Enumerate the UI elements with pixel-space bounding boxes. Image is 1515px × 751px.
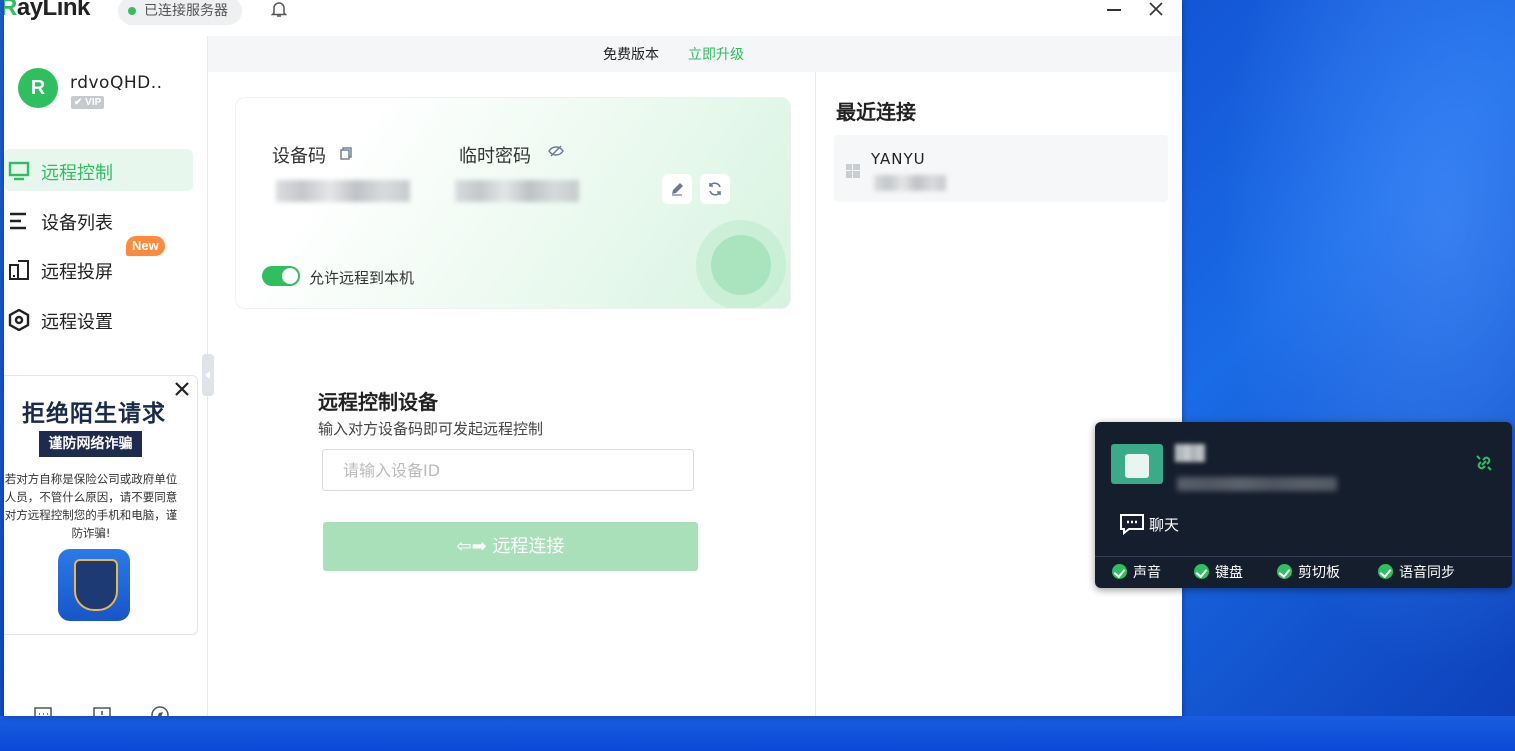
ad-tag: 谨防网络诈骗	[39, 431, 142, 457]
monitor-icon	[8, 160, 30, 182]
sidebar-item-device-list[interactable]: 设备列表	[4, 199, 193, 241]
server-status-text: 已连接服务器	[144, 3, 228, 19]
avatar[interactable]: R	[18, 68, 58, 108]
remote-connect-button[interactable]: ⇦➡ 远程连接	[323, 522, 698, 571]
ad-title: 拒绝陌生请求	[22, 401, 166, 427]
send-decoration-icon	[696, 220, 786, 308]
raylink-logo: RayLink	[4, 0, 90, 21]
status-dot-icon	[128, 7, 136, 15]
sidebar-collapse-handle[interactable]	[202, 354, 214, 396]
pencil-icon	[672, 183, 683, 196]
close-button[interactable]	[1142, 0, 1170, 22]
chat-bubble-icon	[1119, 512, 1145, 536]
recent-connections-title: 最近连接	[836, 100, 916, 124]
raylink-window: RayLink 已连接服务器 R rdvoQHD.. ✔ VIP 远程控制 设备…	[4, 0, 1182, 716]
session-user-name	[1175, 444, 1205, 462]
allow-remote-toggle[interactable]	[262, 266, 300, 286]
copy-icon[interactable]	[340, 145, 353, 164]
refresh-password-button[interactable]	[700, 174, 730, 204]
device-id-input[interactable]	[322, 449, 694, 491]
sidebar-item-label: 设备列表	[41, 213, 113, 234]
temp-password-label: 临时密码	[459, 146, 531, 167]
desktop-taskbar-area	[0, 716, 1515, 751]
eye-hidden-icon[interactable]	[548, 143, 564, 162]
compass-icon[interactable]	[149, 704, 171, 716]
remote-session-panel: 聊天 声音 键盘 剪切板 语音同步	[1095, 422, 1512, 588]
allow-remote-label: 允许远程到本机	[309, 269, 415, 287]
session-device-info	[1177, 477, 1337, 491]
sidebar-item-remote-settings[interactable]: 远程设置	[4, 298, 193, 340]
check-icon	[1194, 564, 1209, 579]
upgrade-bar: 免费版本 立即升级	[208, 36, 1182, 72]
feedback-icon[interactable]	[91, 704, 113, 716]
recent-device-id	[874, 175, 946, 191]
panel-divider	[815, 72, 816, 716]
check-icon	[1277, 564, 1292, 579]
settings-hexagon-icon	[8, 308, 30, 332]
sidebar-item-screen-cast[interactable]: 远程投屏	[4, 248, 193, 290]
device-info-card: 设备码 临时密码 允许远程到本机	[235, 97, 791, 309]
server-status-badge: 已连接服务器	[118, 0, 242, 25]
link-icon[interactable]	[1473, 452, 1495, 474]
edition-label: 免费版本	[603, 47, 659, 63]
device-code-label: 设备码	[272, 146, 326, 167]
police-shield-logo	[58, 549, 130, 621]
sidebar-item-remote-control[interactable]: 远程控制	[4, 149, 193, 191]
recent-device-name: YANYU	[871, 150, 926, 168]
temp-password-value	[455, 180, 579, 202]
desktop-wallpaper	[1180, 0, 1515, 751]
notification-bell-icon[interactable]	[270, 0, 288, 18]
vip-badge: ✔ VIP	[71, 96, 105, 109]
ad-close-icon[interactable]	[173, 380, 191, 398]
robot-avatar-icon	[1111, 444, 1163, 484]
sidebar-item-label: 远程投屏	[41, 262, 113, 283]
list-icon	[8, 210, 30, 232]
screen-cast-icon	[8, 259, 30, 281]
anti-fraud-banner[interactable]: 拒绝陌生请求 谨防网络诈骗 若对方自称是保险公司或政府单位人员，不管什么原因，请…	[4, 375, 198, 635]
check-icon	[1112, 564, 1127, 579]
minimize-button[interactable]	[1100, 0, 1128, 22]
refresh-icon	[709, 182, 721, 196]
remote-control-subtitle: 输入对方设备码即可发起远程控制	[318, 420, 544, 438]
sidebar-item-label: 远程设置	[41, 312, 113, 333]
recent-connection-item[interactable]: YANYU	[834, 135, 1168, 202]
edit-password-button[interactable]	[662, 174, 692, 204]
check-icon	[1378, 564, 1393, 579]
message-icon[interactable]	[32, 704, 54, 716]
panel-separator	[1095, 556, 1512, 557]
swap-arrows-icon: ⇦➡	[456, 536, 493, 557]
sidebar-item-label: 远程控制	[41, 163, 113, 184]
title-bar: RayLink 已连接服务器	[4, 0, 1182, 36]
new-badge: New	[126, 236, 165, 256]
remote-control-title: 远程控制设备	[318, 390, 438, 414]
windows-icon	[846, 163, 860, 178]
ad-text: 若对方自称是保险公司或政府单位人员，不管什么原因，请不要同意对方远程控制您的手机…	[4, 472, 178, 540]
upgrade-link[interactable]: 立即升级	[688, 44, 744, 64]
device-code-value	[276, 180, 410, 202]
user-name: rdvoQHD..	[70, 73, 163, 93]
